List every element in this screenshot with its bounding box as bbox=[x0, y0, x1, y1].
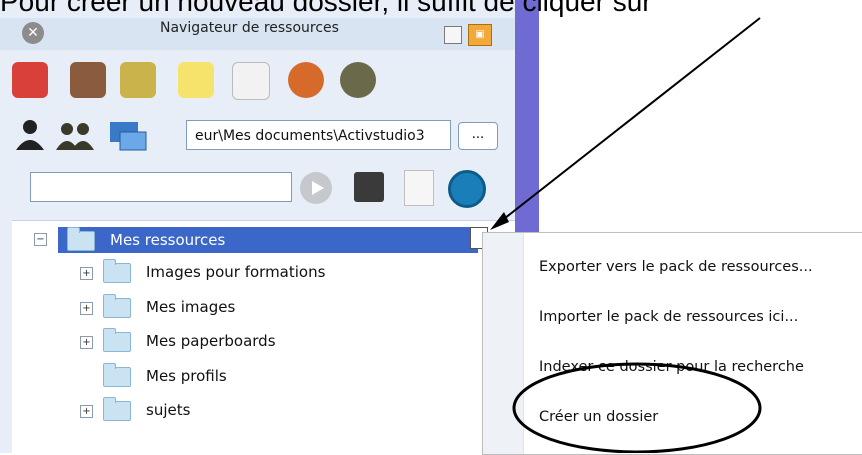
arrow-head-icon bbox=[490, 212, 509, 230]
highlight-ellipse bbox=[512, 362, 762, 453]
annotation-overlay bbox=[490, 17, 762, 453]
annotation-arrow bbox=[499, 17, 761, 223]
